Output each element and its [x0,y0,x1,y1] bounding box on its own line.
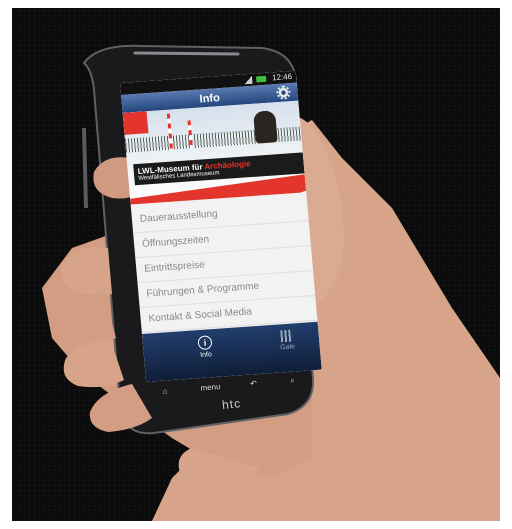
archaeologist-figure [253,110,278,144]
menu-key[interactable]: menu [200,382,221,393]
search-key-icon[interactable]: ⌕ [290,376,295,386]
home-key-icon[interactable]: ⌂ [162,387,168,396]
logo-square [122,111,149,135]
back-key-icon[interactable]: ↶ [250,379,257,389]
info-icon: i [197,335,213,351]
menu-list: Dauerausstellung Öffnungszeiten Eintritt… [130,196,318,334]
tab-gallery[interactable]: Gale [256,328,318,353]
tab-info[interactable]: i Info [174,334,236,361]
photo-frame: 12:46 Info LWL-Museum für Archäologie We… [12,8,500,521]
building-icon [280,329,294,343]
museum-banner: LWL-Museum für Archäologie Westfälisches… [122,100,307,205]
tab-gallery-label: Gale [279,343,296,352]
tab-info-label: Info [199,351,213,360]
signal-icon [243,75,253,85]
battery-icon [255,75,267,83]
gear-icon[interactable] [276,86,290,100]
status-time: 12:46 [271,71,293,83]
page-title: Info [199,92,221,106]
phone-screen: 12:46 Info LWL-Museum für Archäologie We… [120,70,322,382]
